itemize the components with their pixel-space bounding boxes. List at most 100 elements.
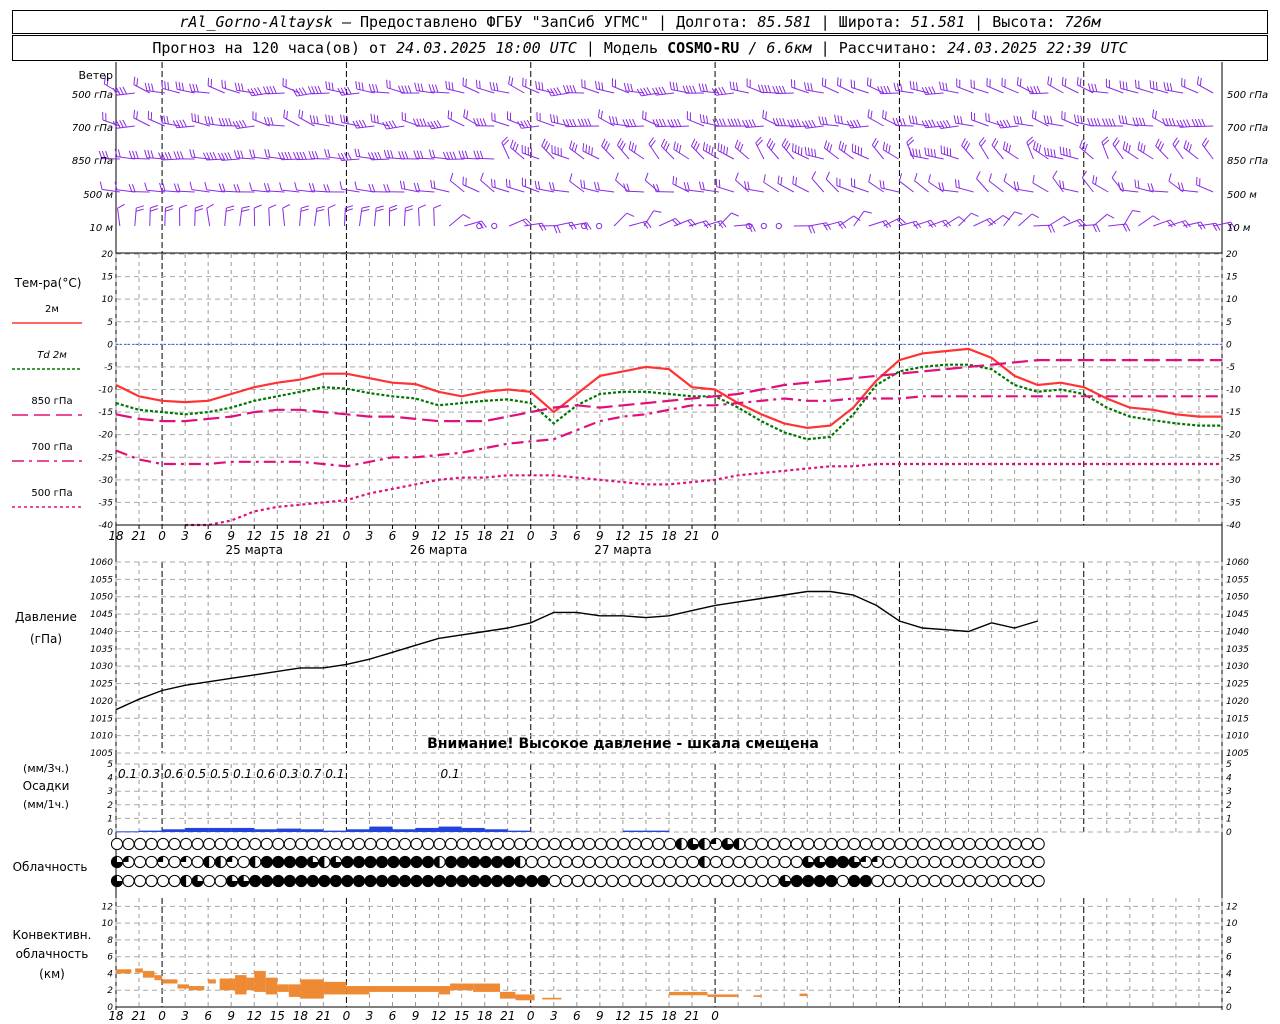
wind-barb-staff xyxy=(976,178,989,193)
precip-bar xyxy=(484,829,508,832)
wind-barb-feather xyxy=(147,150,151,159)
wind-barb-feather xyxy=(921,87,927,95)
precip-3h-label: 0.1 xyxy=(118,767,137,781)
precip-3h-label: 0.1 xyxy=(441,767,460,781)
conv-cloud-bar xyxy=(500,991,516,999)
wind-barb-feather xyxy=(723,145,726,154)
wind-barb-staff xyxy=(822,85,839,94)
wind-barb-feather xyxy=(704,83,708,92)
wind-barb-feather xyxy=(720,144,723,153)
precip-unit-3h: (мм/3ч.) xyxy=(23,762,69,775)
wind-barb-feather xyxy=(377,151,382,160)
conv-ytick-right: 6 xyxy=(1226,953,1232,963)
wind-barb-feather xyxy=(928,174,931,183)
wind-barb-feather xyxy=(595,80,598,89)
wind-barb-feather xyxy=(210,116,214,125)
wind-barb-feather xyxy=(914,172,918,181)
wind-barb-staff xyxy=(672,183,690,193)
cloud-symbol xyxy=(733,855,746,869)
temp-ytick-right: -10 xyxy=(1226,386,1241,396)
wind-barb-feather xyxy=(770,143,776,151)
wind-barb-staff xyxy=(853,210,865,227)
wind-barb-feather xyxy=(173,183,178,192)
wind-barb-feather xyxy=(240,150,244,159)
precip-bar xyxy=(231,827,255,832)
hour-tick-label: 15 xyxy=(454,529,469,543)
cloud-symbol xyxy=(640,874,654,888)
wind-barb-staff xyxy=(1052,177,1064,193)
wind-barb-feather xyxy=(436,120,442,128)
precip-bar xyxy=(461,827,485,832)
wind-barb-feather xyxy=(1047,148,1050,157)
hour-tick-label-bottom: 12 xyxy=(431,1009,446,1023)
wind-barb-feather xyxy=(933,149,936,158)
wind-barb-feather xyxy=(1163,82,1166,91)
wind-barb-feather xyxy=(597,182,600,191)
cloud-symbol-fill xyxy=(445,856,457,868)
wind-barb-feather xyxy=(465,78,467,87)
wind-barb-staff xyxy=(612,85,630,94)
cloud-symbol xyxy=(145,855,158,869)
wind-barb-feather xyxy=(479,80,481,89)
wind-barb-feather xyxy=(225,208,234,212)
cloud-symbol xyxy=(802,837,815,851)
cloud-symbol xyxy=(640,837,654,851)
cloud-symbol xyxy=(341,837,354,851)
wind-barb-feather xyxy=(826,222,832,230)
wind-barb-feather xyxy=(999,120,1005,128)
wind-barb-feather xyxy=(780,176,783,186)
wind-barb-staff xyxy=(615,179,630,193)
wind-barb-staff xyxy=(717,150,735,160)
wind-barb-feather xyxy=(915,82,918,91)
cloud-symbol xyxy=(744,874,757,888)
cloud-symbol xyxy=(617,874,631,888)
wind-barb-feather xyxy=(931,86,936,94)
wind-barb-feather xyxy=(768,140,774,149)
wind-barb-feather xyxy=(961,138,966,146)
wind-barb-feather xyxy=(1019,116,1023,125)
wind-barb-feather xyxy=(473,150,477,159)
cloud-symbol-fill xyxy=(825,875,837,887)
pressure-warning: Внимание! Высокое давление - шкала смеще… xyxy=(427,736,819,752)
wind-barb-feather xyxy=(189,83,193,92)
wind-barb-staff xyxy=(1101,142,1109,160)
temp-ytick-left: -25 xyxy=(98,453,113,463)
cloud-symbol xyxy=(663,874,677,888)
cloud-symbol xyxy=(410,837,423,851)
cloud-symbol xyxy=(894,837,907,851)
wind-barb-feather xyxy=(1140,143,1143,152)
wind-barb-staff xyxy=(551,152,570,160)
hour-tick-label: 18 xyxy=(108,529,124,543)
wind-barb-feather xyxy=(730,118,735,127)
wind-barb-feather xyxy=(204,182,208,191)
wind-barb-feather xyxy=(225,118,229,126)
wind-barb-staff xyxy=(867,116,884,127)
cloud-symbol xyxy=(905,874,919,888)
cloud-symbol xyxy=(1032,874,1045,888)
temp-ytick-right: -40 xyxy=(1226,521,1241,531)
cloud-symbol xyxy=(502,837,515,851)
cloud-symbol xyxy=(145,837,158,851)
wind-barb-feather xyxy=(1212,223,1218,231)
hour-tick-label: 9 xyxy=(227,529,235,543)
wind-barb-feather xyxy=(778,85,783,94)
wind-barb-feather xyxy=(580,179,583,188)
cloud-symbol-fill xyxy=(364,856,377,868)
wind-barb-feather xyxy=(299,151,304,160)
precip-3h-label: 0.6 xyxy=(164,767,183,781)
wind-barb-feather xyxy=(1132,117,1136,126)
temp-ytick-right: 0 xyxy=(1226,340,1232,350)
wind-barb-feather xyxy=(163,115,166,124)
wind-barb-feather xyxy=(362,119,367,128)
hour-tick-label-bottom: 21 xyxy=(500,1009,515,1023)
precip-title: Осадки xyxy=(23,779,70,793)
wind-barb-feather xyxy=(954,179,957,188)
wind-barb-feather xyxy=(545,143,551,151)
wind-barb-feather xyxy=(841,142,845,151)
cloud-symbol xyxy=(986,837,999,851)
wind-barb-feather xyxy=(751,119,757,127)
cloud-symbol xyxy=(133,874,147,888)
pressure-title: Давление xyxy=(15,610,77,624)
pressure-ytick-left: 1040 xyxy=(90,627,113,637)
wind-barb-feather xyxy=(803,82,807,91)
